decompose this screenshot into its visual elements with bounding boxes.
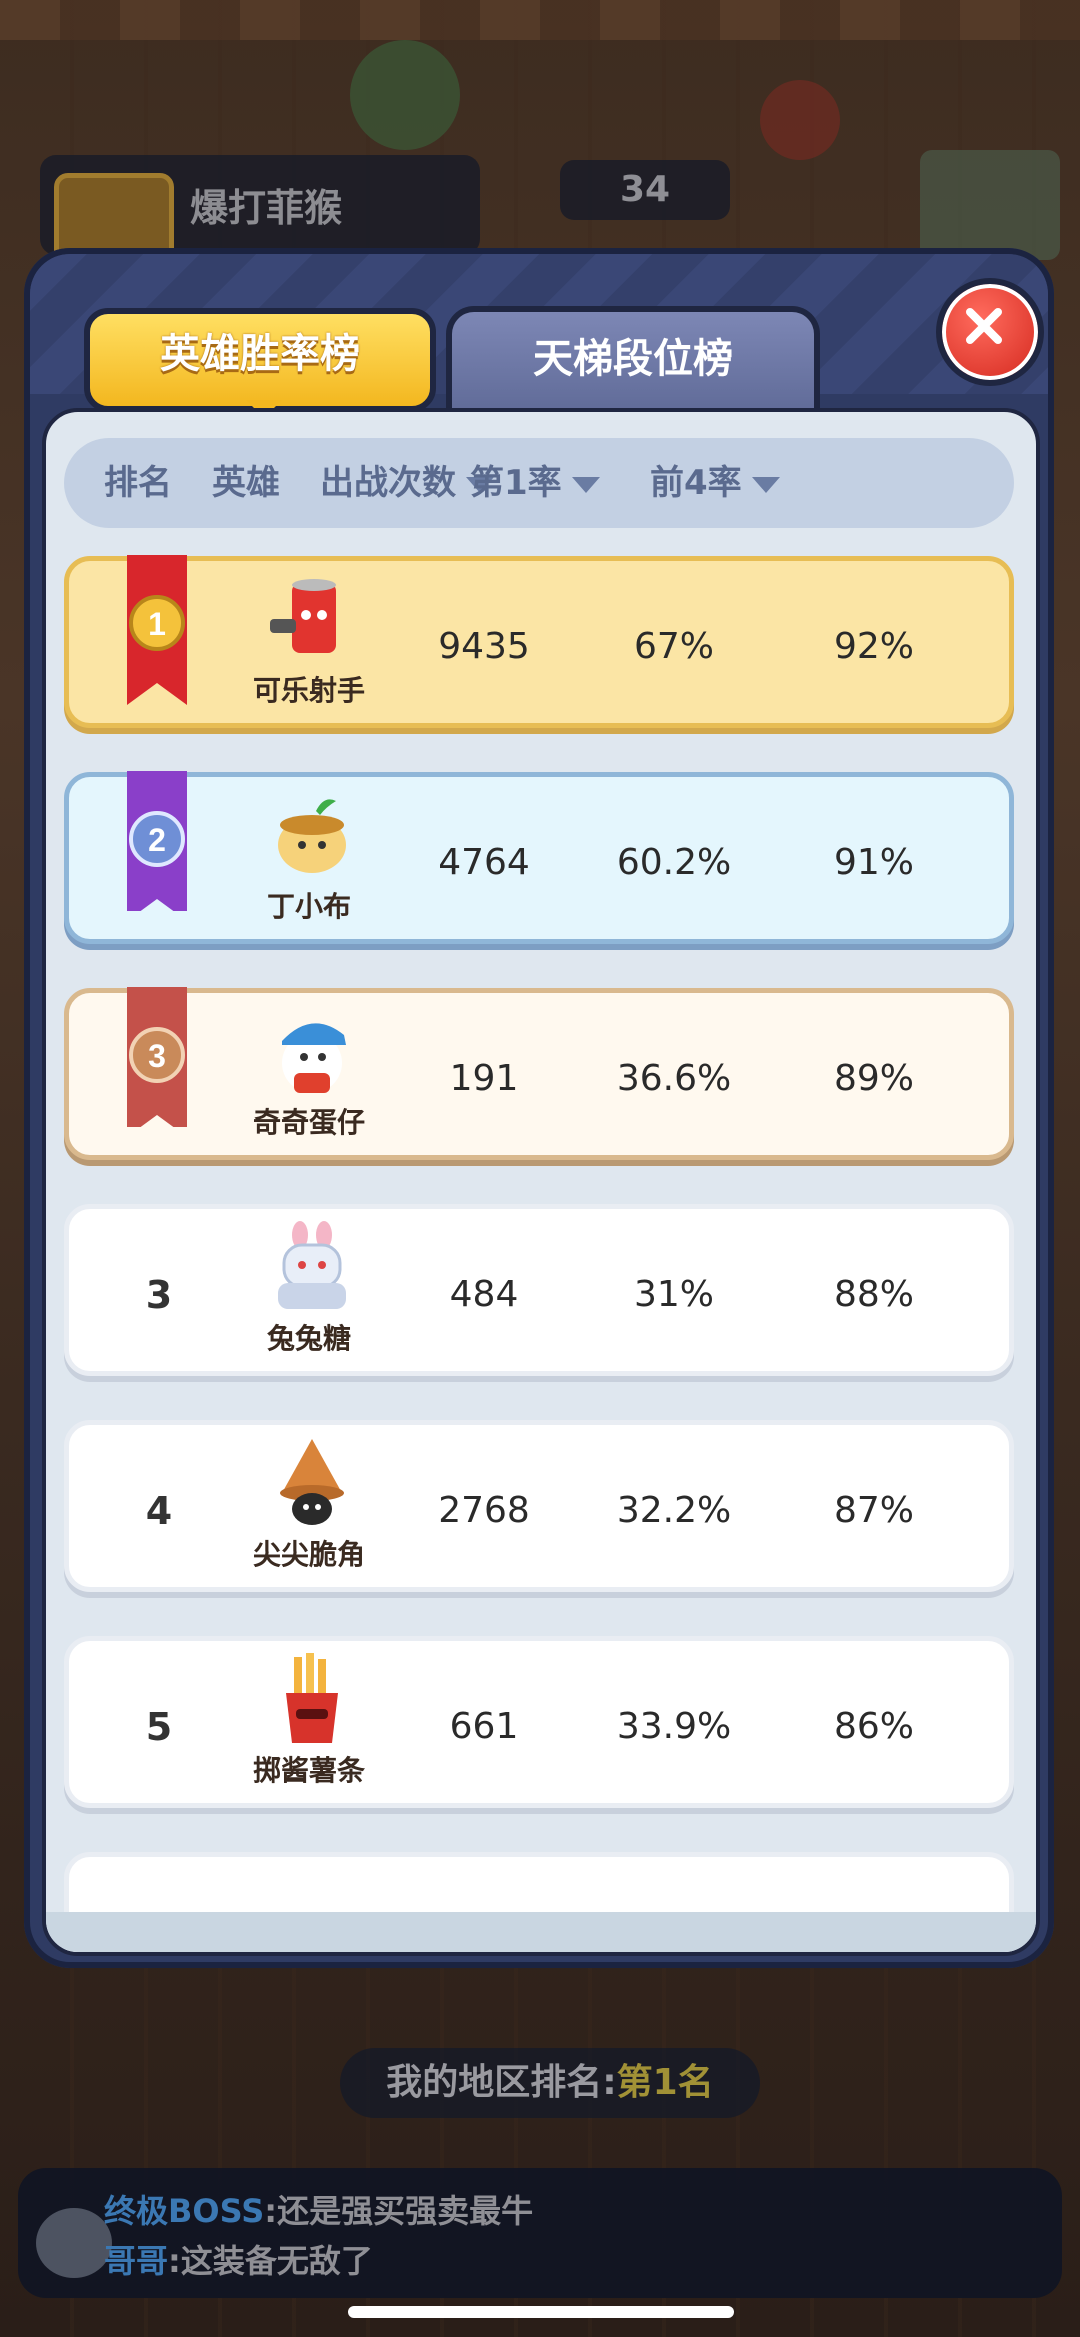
column-hero: 英雄 (212, 463, 280, 503)
chat-text: :还是强买强卖最牛 (264, 2192, 534, 2230)
games-count: 661 (449, 1706, 519, 1747)
top4-rate: 91% (833, 842, 914, 883)
first-rate: 60.2% (616, 842, 732, 883)
background-monster-decoration (350, 40, 460, 150)
background-awning (0, 0, 1080, 40)
top4-rate: 88% (833, 1274, 914, 1315)
tab-hero-winrate[interactable]: 英雄胜率榜 (84, 308, 436, 412)
leaderboard-panel: 排名 英雄 出战次数 第1率 前4率 1 可乐射手 9435 67% 92% 2… (42, 408, 1040, 1956)
table-row[interactable]: 5 掷酱薯条 661 33.9% 86% (64, 1636, 1014, 1808)
purple-medal-2-icon: 2 (127, 771, 187, 921)
table-row[interactable]: 3 兔兔糖 484 31% 88% (64, 1204, 1014, 1376)
column-games-sort[interactable]: 出战次数 (320, 438, 494, 528)
hero-name: 掷酱薯条 (252, 1754, 365, 1787)
column-first-rate-label: 第1率 (470, 463, 562, 503)
top4-rate: 92% (833, 626, 914, 667)
hero-zhijiang-shutiao-icon (286, 1653, 338, 1743)
hero-ding-xiaobu-icon (278, 799, 346, 873)
chat-sender: 终极BOSS (104, 2192, 265, 2230)
column-rank: 排名 (104, 463, 172, 503)
table-row[interactable]: 4 尖尖脆角 2768 32.2% 87% (64, 1420, 1014, 1592)
bronze-medal-3-icon: 3 (127, 987, 187, 1137)
table-row[interactable]: 1 可乐射手 9435 67% 92% (64, 555, 1014, 728)
hero-name: 可乐射手 (252, 674, 365, 707)
games-count: 9435 (438, 626, 530, 667)
gold-medal-1-icon: 1 (127, 555, 187, 705)
games-count: 191 (449, 1058, 519, 1099)
sort-down-icon (571, 476, 600, 493)
column-top4-rate-sort[interactable]: 前4率 (650, 438, 780, 528)
column-games-label: 出战次数 (320, 463, 456, 503)
top4-rate: 89% (833, 1058, 914, 1099)
games-count: 484 (449, 1274, 519, 1315)
first-rate: 31% (633, 1274, 714, 1315)
hero-cola-shooter-icon (270, 579, 336, 653)
first-rate: 32.2% (616, 1490, 732, 1531)
svg-text:1: 1 (148, 606, 166, 642)
background-candy-decoration (760, 80, 840, 160)
chat-message: 终极BOSS:还是强买强卖最牛 (104, 2186, 533, 2232)
games-count: 4764 (438, 842, 530, 883)
table-row[interactable]: 2 丁小布 4764 60.2% 91% (64, 771, 1014, 944)
hero-tutu-tang-icon (278, 1221, 346, 1309)
region-rank-label: 我的地区排名: (386, 2062, 617, 2103)
hero-name: 兔兔糖 (266, 1322, 351, 1355)
chat-text: :这装备无敌了 (168, 2242, 373, 2280)
first-rate: 36.6% (616, 1058, 732, 1099)
background-game-sign-decoration (920, 150, 1060, 260)
leaderboard-modal: 英雄胜率榜 天梯段位榜 排名 英雄 出战次数 第1率 前4率 1 可乐射手 94… (24, 248, 1054, 1968)
player-name: 爆打菲猴 (190, 186, 343, 230)
hero-qiqi-dan-icon (282, 1023, 346, 1093)
hero-name: 尖尖脆角 (252, 1538, 365, 1571)
hero-jianjian-cuijiao-icon (280, 1439, 344, 1525)
top4-rate: 87% (833, 1490, 914, 1531)
hero-name: 丁小布 (266, 890, 351, 923)
top4-rate: 86% (833, 1706, 914, 1747)
player-score: 34 (560, 160, 730, 220)
hero-name: 奇奇蛋仔 (252, 1106, 365, 1139)
panel-bottom-edge (46, 1912, 1036, 1952)
home-indicator[interactable] (348, 2306, 734, 2318)
chat-bubble-icon[interactable] (36, 2208, 112, 2278)
chat-box[interactable]: 终极BOSS:还是强买强卖最牛 哥哥:这装备无敌了 (18, 2168, 1062, 2298)
tab-ladder-rank[interactable]: 天梯段位榜 (446, 306, 820, 420)
table-header: 排名 英雄 出战次数 第1率 前4率 (64, 438, 1014, 528)
table-row[interactable]: 3 奇奇蛋仔 191 36.6% 89% (64, 987, 1014, 1160)
chat-sender: 哥哥 (104, 2242, 169, 2280)
column-top4-rate-label: 前4率 (650, 463, 742, 503)
close-icon (966, 308, 1002, 344)
sort-down-icon (751, 476, 780, 493)
games-count: 2768 (438, 1490, 530, 1531)
region-rank-value: 第1名 (616, 2062, 714, 2103)
chat-message: 哥哥:这装备无敌了 (104, 2236, 373, 2282)
svg-text:2: 2 (148, 822, 166, 858)
first-rate: 67% (633, 626, 714, 667)
region-rank-badge: 我的地区排名:第1名 (340, 2048, 760, 2118)
svg-text:3: 3 (148, 1038, 166, 1074)
close-button[interactable] (936, 278, 1044, 386)
player-info-panel: 爆打菲猴 (40, 155, 480, 293)
column-first-rate-sort[interactable]: 第1率 (470, 438, 600, 528)
first-rate: 33.9% (616, 1706, 732, 1747)
